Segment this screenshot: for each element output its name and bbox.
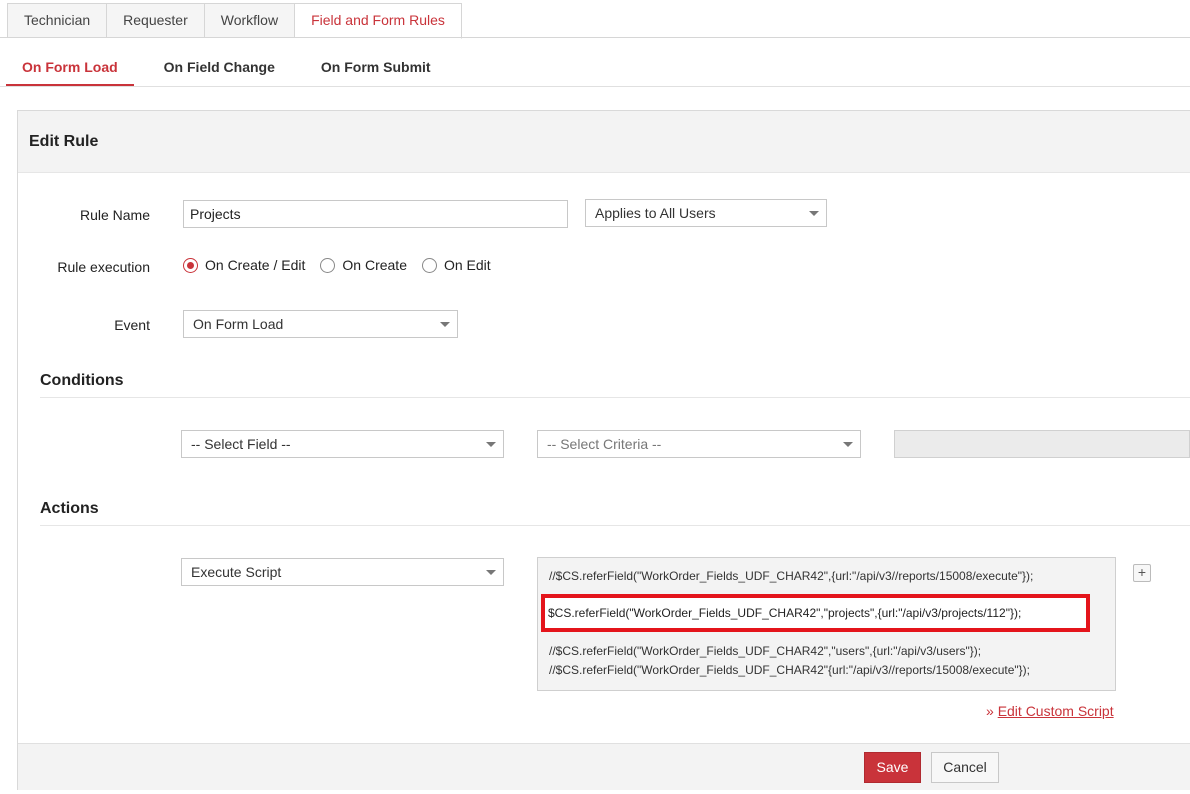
cancel-button[interactable]: Cancel	[931, 752, 999, 783]
condition-value-input[interactable]	[894, 430, 1190, 458]
highlighted-script-line: $CS.referField("WorkOrder_Fields_UDF_CHA…	[541, 594, 1090, 632]
conditions-divider	[40, 397, 1190, 398]
rule-name-input[interactable]: Projects	[183, 200, 568, 228]
chevron-down-icon	[843, 442, 853, 447]
conditions-heading: Conditions	[40, 372, 124, 389]
radio-on-create[interactable]: On Create	[320, 257, 407, 273]
subtab-on-form-submit[interactable]: On Form Submit	[305, 48, 447, 87]
radio-unchecked-icon	[320, 257, 336, 273]
script-line: //$CS.referField("WorkOrder_Fields_UDF_C…	[549, 663, 1031, 677]
add-action-button[interactable]: +	[1133, 564, 1151, 582]
action-type-value: Execute Script	[191, 564, 282, 580]
radio-checked-icon	[183, 257, 198, 273]
edit-custom-script-row: » Edit Custom Script	[986, 703, 1114, 719]
radio-label: On Create / Edit	[205, 257, 306, 273]
actions-divider	[40, 525, 1190, 526]
rule-execution-label: Rule execution	[57, 259, 150, 275]
edit-custom-script-link[interactable]: Edit Custom Script	[998, 703, 1114, 719]
tab-requester[interactable]: Requester	[107, 3, 205, 38]
rule-execution-radio-group: On Create / Edit On Create On Edit	[183, 257, 506, 273]
tab-technician[interactable]: Technician	[7, 3, 108, 38]
radio-unchecked-icon	[421, 257, 437, 273]
top-tab-divider	[0, 37, 1190, 38]
condition-criteria-select[interactable]: -- Select Criteria --	[537, 430, 861, 458]
chevron-down-icon	[486, 442, 496, 447]
radio-on-create-edit[interactable]: On Create / Edit	[183, 257, 305, 273]
radio-label: On Edit	[443, 257, 491, 273]
script-line: //$CS.referField("WorkOrder_Fields_UDF_C…	[549, 569, 1034, 583]
applies-to-select[interactable]: Applies to All Users	[585, 199, 827, 227]
field-placeholder: -- Select Field --	[191, 436, 291, 452]
subtab-on-field-change[interactable]: On Field Change	[148, 48, 291, 87]
action-type-select[interactable]: Execute Script	[181, 558, 504, 586]
sub-tab-bar: On Form Load On Field Change On Form Sub…	[6, 48, 461, 87]
radio-on-edit[interactable]: On Edit	[421, 257, 491, 273]
applies-to-value: Applies to All Users	[595, 205, 716, 221]
script-line: $CS.referField("WorkOrder_Fields_UDF_CHA…	[548, 606, 1022, 620]
subtab-on-form-load[interactable]: On Form Load	[6, 48, 134, 87]
actions-heading: Actions	[40, 500, 99, 517]
criteria-placeholder: -- Select Criteria --	[547, 436, 662, 452]
event-select[interactable]: On Form Load	[183, 310, 458, 338]
chevron-down-icon	[809, 211, 819, 216]
script-line: //$CS.referField("WorkOrder_Fields_UDF_C…	[549, 644, 982, 658]
sub-tab-divider	[0, 86, 1190, 87]
tab-workflow[interactable]: Workflow	[204, 3, 296, 38]
event-value: On Form Load	[193, 316, 284, 332]
radio-label: On Create	[342, 257, 407, 273]
condition-field-select[interactable]: -- Select Field --	[181, 430, 504, 458]
chevron-down-icon	[440, 322, 450, 327]
save-button[interactable]: Save	[864, 752, 921, 783]
panel-footer	[18, 743, 1190, 790]
panel-title: Edit Rule	[18, 111, 1190, 173]
tab-field-and-form-rules[interactable]: Field and Form Rules	[295, 3, 462, 39]
event-label: Event	[114, 317, 150, 333]
rule-name-label: Rule Name	[79, 207, 150, 223]
top-tab-bar: Technician Requester Workflow Field and …	[7, 3, 462, 39]
chevron-down-icon	[486, 570, 496, 575]
link-prefix: »	[986, 703, 998, 719]
